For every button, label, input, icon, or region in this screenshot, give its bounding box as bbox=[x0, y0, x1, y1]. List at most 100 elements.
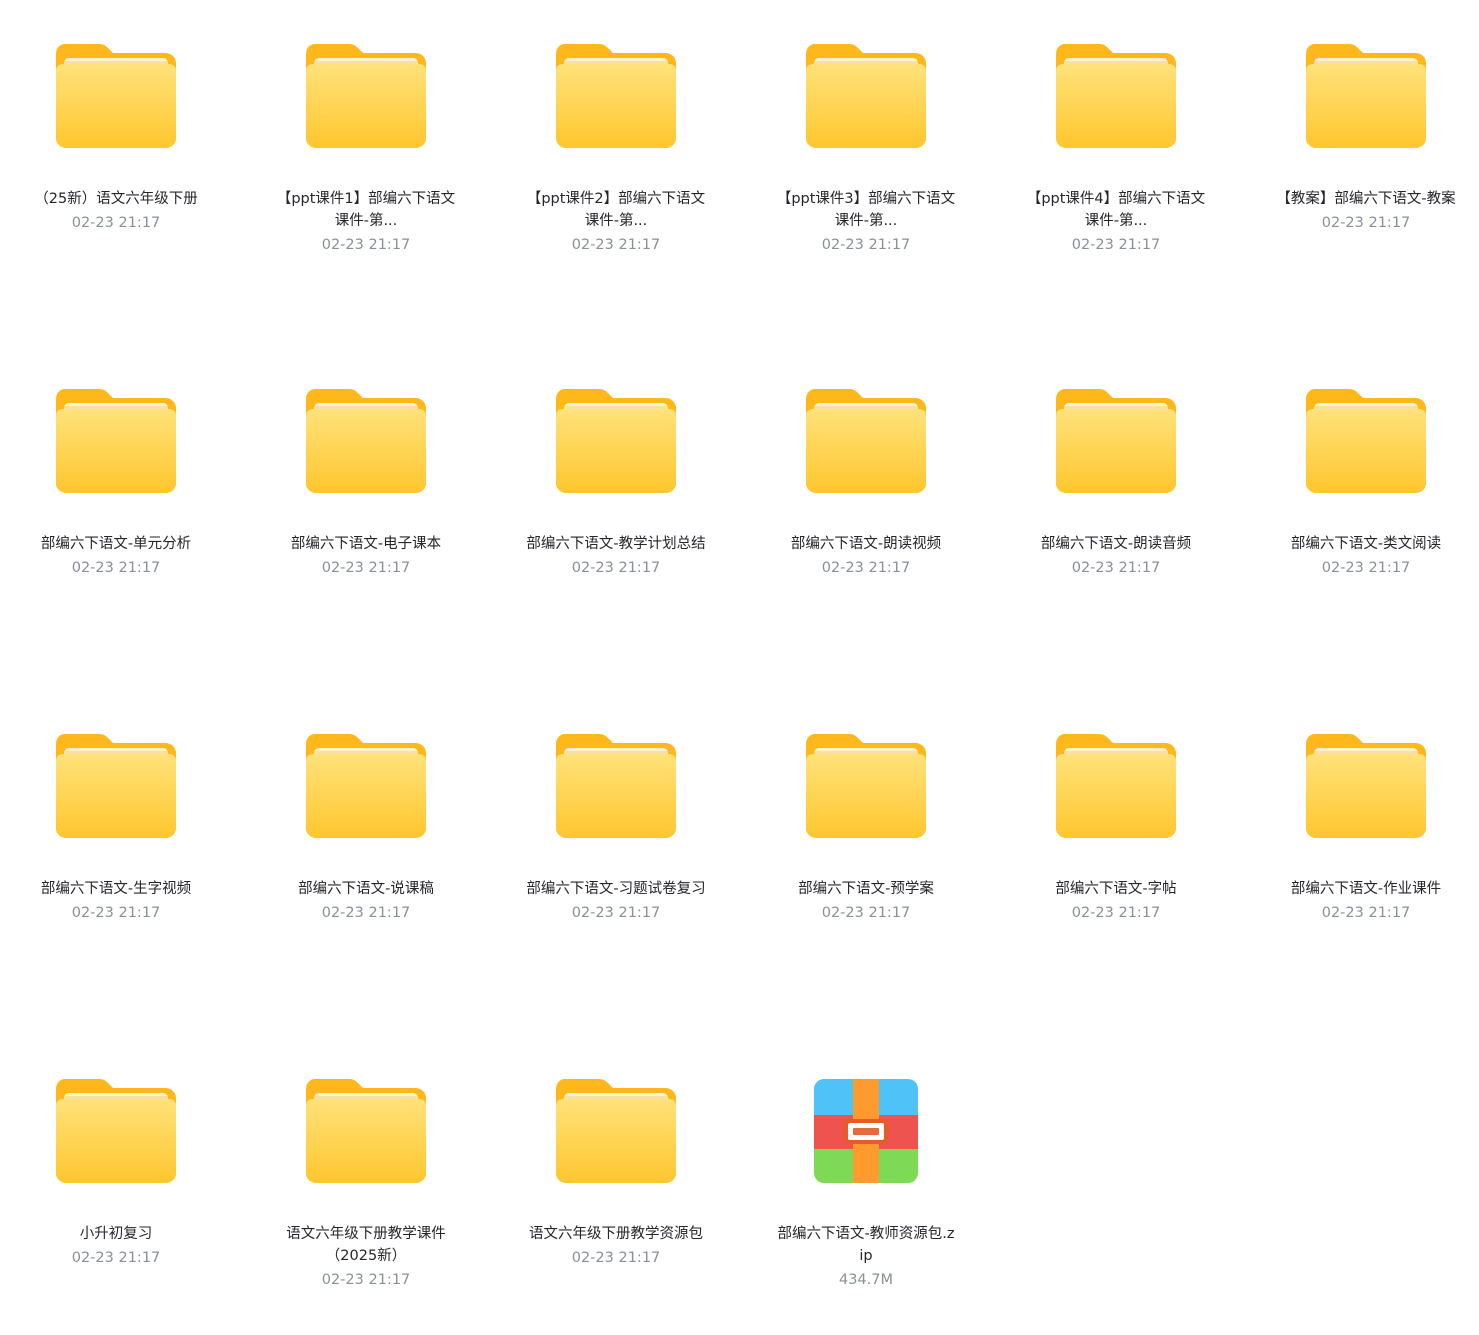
file-modified-time: 02-23 21:17 bbox=[821, 905, 911, 921]
folder-icon-wrapper bbox=[801, 381, 931, 501]
folder-item[interactable]: 部编六下语文-说课稿 02-23 21:17 bbox=[251, 690, 481, 990]
file-modified-time: 02-23 21:17 bbox=[71, 905, 161, 921]
file-modified-time: 02-23 21:17 bbox=[821, 237, 911, 253]
file-name: 部编六下语文-单元分析 bbox=[40, 536, 192, 552]
file-size: 434.7M bbox=[838, 1272, 894, 1288]
file-modified-time: 02-23 21:17 bbox=[571, 560, 661, 576]
folder-icon bbox=[56, 734, 176, 838]
folder-item[interactable]: 【教案】部编六下语文-教案 02-23 21:17 bbox=[1251, 0, 1479, 300]
folder-item[interactable]: 【ppt课件1】部编六下语文课件-第... 02-23 21:17 bbox=[251, 0, 481, 300]
folder-item[interactable]: 部编六下语文-朗读音频 02-23 21:17 bbox=[1001, 345, 1231, 645]
file-modified-time: 02-23 21:17 bbox=[571, 237, 661, 253]
file-modified-time: 02-23 21:17 bbox=[321, 560, 411, 576]
folder-item[interactable]: 语文六年级下册教学课件（2025新） 02-23 21:17 bbox=[251, 1035, 481, 1335]
folder-icon-wrapper bbox=[1051, 36, 1181, 156]
folder-icon-wrapper bbox=[1051, 726, 1181, 846]
folder-icon-wrapper bbox=[51, 1071, 181, 1191]
file-name: 部编六下语文-预学案 bbox=[798, 881, 934, 897]
file-name: 【教案】部编六下语文-教案 bbox=[1276, 191, 1456, 207]
file-modified-time: 02-23 21:17 bbox=[321, 237, 411, 253]
file-name: 部编六下语文-电子课本 bbox=[290, 536, 442, 552]
folder-icon bbox=[306, 44, 426, 148]
file-modified-time: 02-23 21:17 bbox=[1321, 215, 1411, 231]
file-modified-time: 02-23 21:17 bbox=[1321, 560, 1411, 576]
folder-item[interactable]: 部编六下语文-预学案 02-23 21:17 bbox=[751, 690, 981, 990]
folder-icon-wrapper bbox=[1301, 381, 1431, 501]
folder-item[interactable]: 部编六下语文-朗读视频 02-23 21:17 bbox=[751, 345, 981, 645]
folder-item[interactable]: 部编六下语文-教学计划总结 02-23 21:17 bbox=[501, 345, 731, 645]
folder-icon-wrapper bbox=[801, 36, 931, 156]
folder-icon-wrapper bbox=[1301, 726, 1431, 846]
folder-icon bbox=[1306, 44, 1426, 148]
folder-item[interactable]: （25新）语文六年级下册 02-23 21:17 bbox=[1, 0, 231, 300]
file-name: （25新）语文六年级下册 bbox=[34, 191, 198, 207]
folder-item[interactable]: 部编六下语文-作业课件 02-23 21:17 bbox=[1251, 690, 1479, 990]
folder-icon bbox=[1306, 734, 1426, 838]
folder-item[interactable]: 部编六下语文-类文阅读 02-23 21:17 bbox=[1251, 345, 1479, 645]
file-name: 部编六下语文-朗读音频 bbox=[1040, 536, 1192, 552]
folder-icon bbox=[556, 1079, 676, 1183]
zip-file-item[interactable]: 部编六下语文-教师资源包.zip 434.7M bbox=[751, 1035, 981, 1335]
file-name: 小升初复习 bbox=[79, 1226, 153, 1242]
file-name: 部编六下语文-作业课件 bbox=[1290, 881, 1442, 897]
file-name: 【ppt课件3】部编六下语文课件-第... bbox=[776, 191, 956, 229]
folder-item[interactable]: 部编六下语文-生字视频 02-23 21:17 bbox=[1, 690, 231, 990]
folder-icon-wrapper bbox=[1301, 36, 1431, 156]
folder-icon-wrapper bbox=[551, 726, 681, 846]
zip-icon-wrapper bbox=[801, 1071, 931, 1191]
folder-icon bbox=[806, 389, 926, 493]
folder-icon-wrapper bbox=[301, 726, 431, 846]
folder-icon bbox=[806, 44, 926, 148]
file-modified-time: 02-23 21:17 bbox=[571, 1250, 661, 1266]
folder-icon bbox=[56, 389, 176, 493]
folder-icon bbox=[306, 1079, 426, 1183]
file-name: 语文六年级下册教学资源包 bbox=[529, 1226, 703, 1242]
file-modified-time: 02-23 21:17 bbox=[1071, 237, 1161, 253]
file-modified-time: 02-23 21:17 bbox=[71, 1250, 161, 1266]
folder-icon-wrapper bbox=[301, 36, 431, 156]
file-name: 部编六下语文-类文阅读 bbox=[1290, 536, 1442, 552]
folder-item[interactable]: 【ppt课件4】部编六下语文课件-第... 02-23 21:17 bbox=[1001, 0, 1231, 300]
folder-icon bbox=[306, 389, 426, 493]
folder-icon-wrapper bbox=[551, 1071, 681, 1191]
file-name: 部编六下语文-习题试卷复习 bbox=[526, 881, 706, 897]
folder-icon bbox=[806, 734, 926, 838]
folder-icon bbox=[1306, 389, 1426, 493]
file-modified-time: 02-23 21:17 bbox=[321, 905, 411, 921]
file-modified-time: 02-23 21:17 bbox=[1071, 905, 1161, 921]
folder-icon bbox=[1056, 389, 1176, 493]
file-name: 部编六下语文-字帖 bbox=[1055, 881, 1177, 897]
folder-item[interactable]: 部编六下语文-单元分析 02-23 21:17 bbox=[1, 345, 231, 645]
folder-icon-wrapper bbox=[301, 381, 431, 501]
file-name: 【ppt课件1】部编六下语文课件-第... bbox=[276, 191, 456, 229]
folder-item[interactable]: 部编六下语文-习题试卷复习 02-23 21:17 bbox=[501, 690, 731, 990]
folder-icon bbox=[56, 1079, 176, 1183]
file-name: 部编六下语文-生字视频 bbox=[40, 881, 192, 897]
zip-archive-icon bbox=[814, 1079, 918, 1183]
folder-item[interactable]: 小升初复习 02-23 21:17 bbox=[1, 1035, 231, 1335]
folder-icon bbox=[556, 44, 676, 148]
file-modified-time: 02-23 21:17 bbox=[571, 905, 661, 921]
file-modified-time: 02-23 21:17 bbox=[1071, 560, 1161, 576]
folder-item[interactable]: 【ppt课件2】部编六下语文课件-第... 02-23 21:17 bbox=[501, 0, 731, 300]
folder-icon-wrapper bbox=[51, 36, 181, 156]
folder-icon-wrapper bbox=[51, 726, 181, 846]
folder-icon-wrapper bbox=[551, 36, 681, 156]
file-name: 部编六下语文-说课稿 bbox=[298, 881, 434, 897]
folder-item[interactable]: 部编六下语文-字帖 02-23 21:17 bbox=[1001, 690, 1231, 990]
folder-icon-wrapper bbox=[551, 381, 681, 501]
folder-item[interactable]: 【ppt课件3】部编六下语文课件-第... 02-23 21:17 bbox=[751, 0, 981, 300]
folder-icon-wrapper bbox=[1051, 381, 1181, 501]
folder-item[interactable]: 部编六下语文-电子课本 02-23 21:17 bbox=[251, 345, 481, 645]
file-name: 部编六下语文-朗读视频 bbox=[790, 536, 942, 552]
folder-item[interactable]: 语文六年级下册教学资源包 02-23 21:17 bbox=[501, 1035, 731, 1335]
file-name: 部编六下语文-教学计划总结 bbox=[526, 536, 706, 552]
file-name: 【ppt课件4】部编六下语文课件-第... bbox=[1026, 191, 1206, 229]
file-name: 【ppt课件2】部编六下语文课件-第... bbox=[526, 191, 706, 229]
file-modified-time: 02-23 21:17 bbox=[71, 215, 161, 231]
folder-icon bbox=[556, 389, 676, 493]
folder-icon-wrapper bbox=[301, 1071, 431, 1191]
file-grid: （25新）语文六年级下册 02-23 21:17 【ppt课件1】部编六下语文课件… bbox=[0, 0, 1479, 1322]
file-modified-time: 02-23 21:17 bbox=[321, 1272, 411, 1288]
file-name: 语文六年级下册教学课件（2025新） bbox=[286, 1226, 446, 1264]
